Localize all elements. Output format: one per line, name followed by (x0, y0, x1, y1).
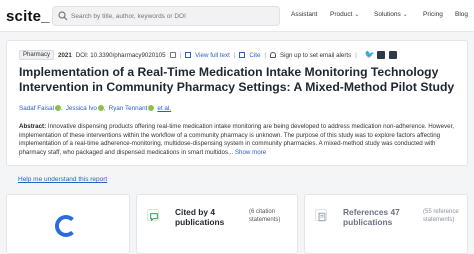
author-name: Sadaf Faisal (19, 105, 55, 112)
nav-product[interactable]: Product ⌄ (330, 11, 359, 18)
author-link[interactable]: Ryan Tennant (109, 105, 155, 112)
document-icon (315, 209, 327, 222)
author-list: Sadaf Faisal, Jessica Ivo, Ryan Tennant … (19, 105, 171, 112)
email-alerts-link[interactable]: Sign up to set email alerts (280, 52, 351, 59)
scite-logo[interactable]: scite_ (6, 8, 50, 25)
orcid-icon (55, 105, 62, 112)
paper-meta: Pharmacy 2021 DOI: 10.3390/pharmacy90201… (19, 50, 397, 60)
cite-link[interactable]: Cite (249, 52, 260, 59)
orcid-icon (97, 105, 104, 112)
chevron-down-icon: ⌄ (354, 12, 360, 18)
abstract-label: Abstract: (19, 123, 47, 130)
doi[interactable]: DOI: 10.3390/pharmacy9020105 (76, 52, 166, 59)
twitter-icon[interactable]: 🐦 (365, 51, 375, 59)
cited-by-label: Cited by 4 publications (175, 207, 225, 227)
top-bar: scite_ Assistant Product⌄ Solutions⌄ Pri… (0, 0, 474, 32)
share-buttons: 🐦 (365, 51, 397, 59)
loading-panel (6, 194, 130, 254)
nav-pricing-label: Pricing (423, 11, 443, 18)
external-link-icon (185, 52, 192, 58)
paper-card: Pharmacy 2021 DOI: 10.3390/pharmacy90201… (6, 40, 468, 166)
separator: | (233, 51, 236, 59)
references-detail: (55 reference statements) (423, 209, 459, 223)
chat-icon (147, 209, 159, 222)
publication-year: 2021 (58, 51, 72, 59)
linkedin-icon[interactable] (388, 51, 397, 59)
separator: | (179, 51, 182, 59)
paper-title: Implementation of a Real-Time Medication… (19, 65, 455, 94)
nav-pricing[interactable]: Pricing (423, 11, 443, 18)
facebook-icon[interactable] (376, 51, 385, 59)
separator: | (264, 51, 267, 59)
nav-blog[interactable]: Blog (455, 11, 468, 18)
chevron-down-icon: ⌄ (402, 12, 408, 18)
journal-badge[interactable]: Pharmacy (19, 50, 55, 60)
search-box[interactable] (52, 6, 280, 26)
nav-assistant[interactable]: Assistant (291, 11, 317, 18)
search-input[interactable] (71, 9, 276, 23)
copy-icon[interactable] (169, 52, 176, 58)
cited-by-card[interactable]: Cited by 4 publications (6 citation stat… (136, 194, 298, 254)
references-card[interactable]: References 47 publications (55 reference… (304, 194, 468, 254)
nav-solutions-label: Solutions (374, 11, 401, 18)
orcid-icon (148, 105, 155, 112)
et-al-link[interactable]: et al. (157, 105, 171, 112)
nav-solutions[interactable]: Solutions ⌄ (374, 11, 408, 18)
loading-spinner-icon (55, 215, 77, 237)
references-label: References 47 publications (343, 207, 400, 227)
search-icon (58, 11, 68, 21)
author-name: Ryan Tennant (108, 105, 148, 112)
author-link[interactable]: Sadaf Faisal, (19, 105, 63, 112)
abstract: Abstract: Innovative dispensing products… (19, 123, 459, 157)
author-name: Jessica Ivo (65, 105, 97, 112)
nav-blog-label: Blog (455, 11, 469, 18)
separator: | (355, 51, 357, 59)
author-link[interactable]: Jessica Ivo, (66, 105, 106, 112)
nav-assistant-label: Assistant (291, 11, 318, 18)
bell-icon (270, 52, 277, 58)
cited-by-detail: (6 citation statements) (249, 209, 281, 223)
quote-icon (239, 52, 246, 58)
show-more-link[interactable]: Show more (235, 149, 266, 156)
view-full-text-link[interactable]: View full text (195, 52, 230, 59)
help-understand-link[interactable]: Help me understand this report (18, 176, 107, 183)
nav-product-label: Product (330, 11, 353, 18)
